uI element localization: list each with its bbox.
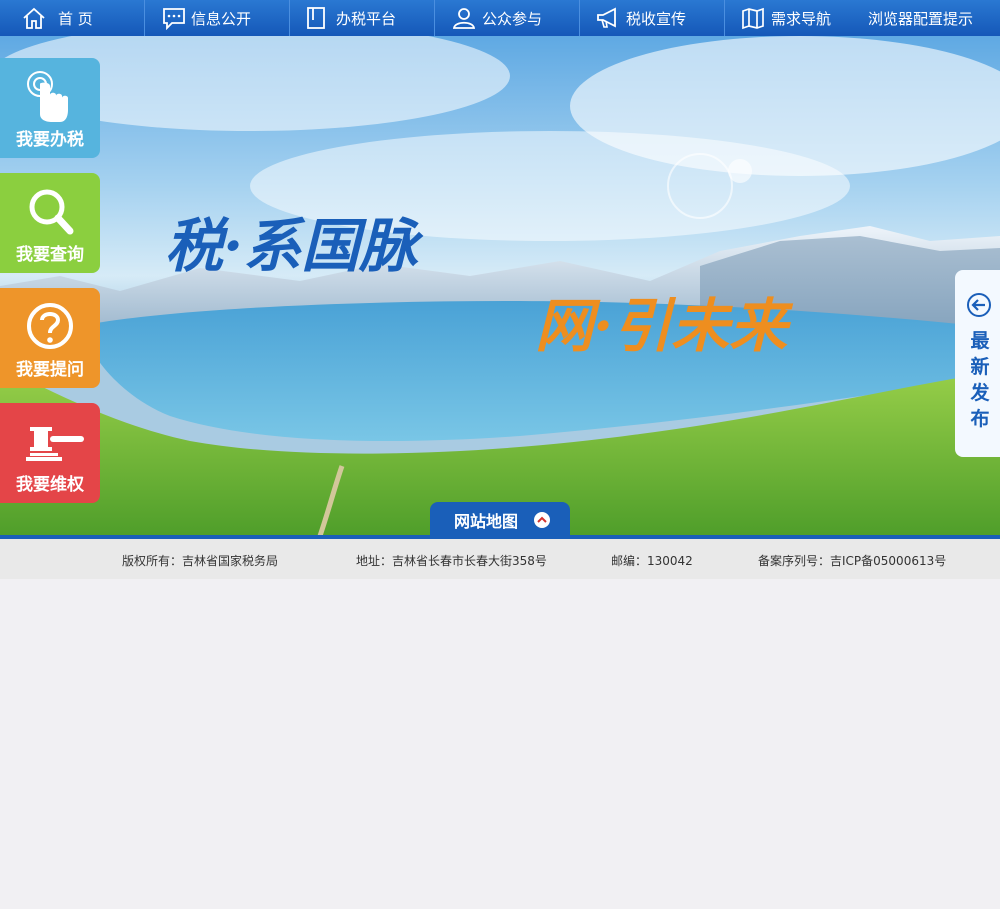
- slogan-1: 税·系国脉: [165, 212, 424, 280]
- nav-info-label: 信息公开: [191, 9, 252, 28]
- book-icon: [307, 7, 325, 29]
- nav-tax-platform-label: 办税平台: [336, 9, 397, 28]
- footer-copyright: 版权所有：吉林省国家税务局: [122, 554, 279, 568]
- nav-divider: [724, 0, 725, 36]
- sitemap-tab[interactable]: 网站地图: [430, 502, 570, 537]
- nav-demand[interactable]: 需求导航: [741, 0, 831, 36]
- slogan-2: 网·引未来: [535, 292, 793, 360]
- map-icon: [742, 7, 764, 30]
- side-label-query: 我要查询: [16, 245, 84, 265]
- home-icon: [23, 7, 45, 29]
- nav-promo[interactable]: 税收宣传: [596, 0, 686, 36]
- sitemap-label: 网站地图: [454, 511, 519, 531]
- gavel-icon: [26, 427, 84, 461]
- side-label-rights: 我要维权: [16, 475, 84, 495]
- nav-divider: [144, 0, 145, 36]
- nav-demand-label: 需求导航: [771, 9, 832, 28]
- footer-postcode: 邮编：130042: [611, 554, 693, 568]
- hero-banner: 税·系国脉 网·引未来: [0, 36, 1000, 536]
- nav-public-label: 公众参与: [482, 9, 543, 28]
- latest-release-tab[interactable]: 最新发布: [955, 270, 1000, 457]
- nav-promo-label: 税收宣传: [626, 9, 687, 28]
- chat-icon: [163, 8, 185, 30]
- footer: 版权所有：吉林省国家税务局 地址：吉林省长春市长春大街358号 邮编：13004…: [0, 539, 1000, 579]
- lake-landscape-image: 税·系国脉 网·引未来: [0, 36, 1000, 536]
- search-icon: [29, 189, 74, 235]
- side-button-ask[interactable]: 我要提问: [0, 288, 100, 388]
- question-icon: [27, 303, 73, 349]
- nav-divider: [579, 0, 580, 36]
- nav-tax-platform[interactable]: 办税平台: [306, 0, 396, 36]
- hand-pointer-icon: [27, 71, 68, 122]
- latest-release-text: 最新发布: [970, 330, 990, 430]
- nav-info[interactable]: 信息公开: [162, 0, 251, 36]
- user-icon: [452, 8, 476, 29]
- side-button-query[interactable]: 我要查询: [0, 173, 100, 273]
- chevron-up-icon: [534, 511, 551, 528]
- nav-home-label: 首 页: [58, 9, 93, 28]
- top-nav: 首 页 信息公开 办税平台 公众参与 税收宣传 需求导航 浏览器配置提示: [0, 0, 1000, 36]
- nav-divider: [434, 0, 435, 36]
- nav-browser-config[interactable]: 浏览器配置提示: [868, 0, 973, 36]
- footer-icp: 备案序列号：吉ICP备05000613号: [758, 554, 947, 568]
- arrow-left-icon: [967, 293, 991, 317]
- nav-browser-config-label: 浏览器配置提示: [868, 9, 974, 28]
- side-button-rights[interactable]: 我要维权: [0, 403, 100, 503]
- side-label-ask: 我要提问: [16, 360, 84, 380]
- nav-public[interactable]: 公众参与: [452, 0, 542, 36]
- side-button-do-tax[interactable]: 我要办税: [0, 58, 100, 158]
- side-label-do-tax: 我要办税: [16, 130, 84, 150]
- latest-release-label: 最新发布: [955, 328, 1000, 432]
- nav-divider: [289, 0, 290, 36]
- footer-address: 地址：吉林省长春市长春大街358号: [356, 554, 547, 568]
- megaphone-icon: [597, 7, 616, 28]
- nav-home[interactable]: 首 页: [22, 0, 93, 36]
